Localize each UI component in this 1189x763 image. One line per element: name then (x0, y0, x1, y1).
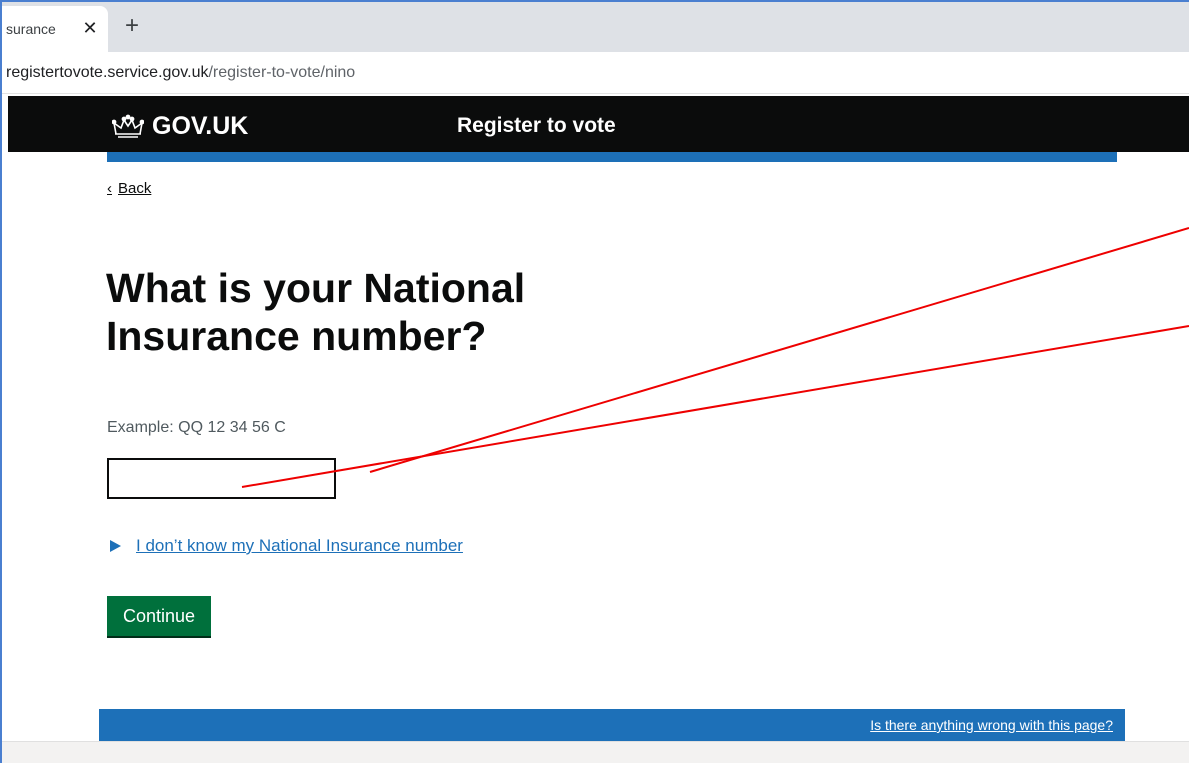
url-text[interactable]: registertovote.service.gov.uk/register-t… (6, 64, 355, 82)
details-disclosure[interactable]: I don’t know my National Insurance numbe… (107, 536, 463, 556)
details-summary-link[interactable]: I don’t know my National Insurance numbe… (136, 536, 463, 556)
feedback-link[interactable]: Is there anything wrong with this page? (870, 717, 1113, 733)
page-title: What is your National Insurance number? (106, 265, 526, 359)
url-host: registertovote.service.gov.uk (6, 64, 209, 81)
input-hint: Example: QQ 12 34 56 C (107, 419, 286, 436)
crown-icon (112, 114, 144, 138)
back-link[interactable]: ‹ Back (107, 180, 151, 197)
govuk-logo-link[interactable]: GOV.UK (112, 112, 248, 140)
triangle-right-icon (110, 540, 121, 552)
govuk-logo-text: GOV.UK (152, 111, 249, 140)
address-bar[interactable]: registertovote.service.gov.uk/register-t… (0, 52, 1189, 94)
service-name-link[interactable]: Register to vote (457, 114, 616, 138)
browser-tab[interactable]: surance ✕ (0, 6, 108, 52)
chevron-left-icon: ‹ (107, 180, 112, 197)
browser-tab-strip: surance ✕ + (0, 0, 1189, 52)
govuk-header: GOV.UK Register to vote (8, 96, 1189, 152)
new-tab-icon[interactable]: + (120, 14, 144, 39)
national-insurance-number-input[interactable] (107, 458, 336, 499)
back-link-label: Back (118, 180, 152, 197)
tab-title: surance (6, 21, 56, 37)
continue-button[interactable]: Continue (107, 596, 211, 636)
feedback-bar: Is there anything wrong with this page? (99, 709, 1125, 741)
header-blue-bar (107, 152, 1117, 162)
close-icon[interactable]: ✕ (80, 18, 100, 38)
url-path: /register-to-vote/nino (208, 64, 356, 81)
bottom-strip (0, 741, 1189, 763)
